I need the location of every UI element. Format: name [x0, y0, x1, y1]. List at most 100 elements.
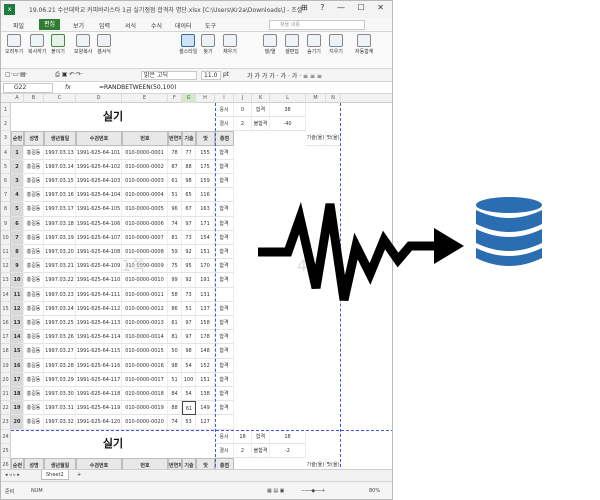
- table-cell[interactable]: 1991-625-64-113: [76, 316, 122, 331]
- table-cell[interactable]: 61: [168, 316, 182, 331]
- column-header-b[interactable]: B: [24, 94, 44, 103]
- row-index-cell[interactable]: 4: [11, 188, 24, 203]
- column-title[interactable]: 번호: [122, 131, 168, 146]
- table-cell[interactable]: 합격: [215, 273, 234, 288]
- row-header[interactable]: 19: [1, 358, 11, 373]
- table-cell[interactable]: 127: [196, 415, 215, 430]
- table-cell[interactable]: 78: [168, 145, 182, 160]
- row-header[interactable]: 1: [1, 103, 11, 118]
- table-cell[interactable]: 010-0000-0007: [122, 230, 168, 245]
- column-title[interactable]: 번연처: [168, 131, 182, 146]
- table-cell[interactable]: 1991-625-64-112: [76, 301, 122, 316]
- table-cell[interactable]: 010-0000-0020: [122, 415, 168, 430]
- row-index-cell[interactable]: 13: [11, 316, 24, 331]
- table-cell[interactable]: 149: [196, 401, 215, 416]
- quick-search-input[interactable]: 찾을 내용: [269, 20, 365, 30]
- column-title[interactable]: 기술: [182, 131, 196, 146]
- summary-cell[interactable]: -40: [270, 117, 306, 132]
- table-cell[interactable]: 1997.03.24: [44, 301, 76, 316]
- row-header[interactable]: 23: [1, 415, 11, 430]
- table-cell[interactable]: 58: [168, 287, 182, 302]
- table-cell[interactable]: 88: [182, 159, 196, 174]
- summary-cell[interactable]: 합격: [252, 103, 270, 118]
- table-cell[interactable]: 010-0000-0003: [122, 174, 168, 189]
- menu-insert[interactable]: 입력: [99, 21, 110, 30]
- table-cell[interactable]: 010-0000-0012: [122, 301, 168, 316]
- cut-button[interactable]: 오려두기: [5, 34, 23, 55]
- table-cell[interactable]: 87: [168, 159, 182, 174]
- table-cell[interactable]: 1997.03.29: [44, 372, 76, 387]
- table-cell[interactable]: 합격: [215, 216, 234, 231]
- table-cell[interactable]: 95: [182, 259, 196, 274]
- row-header[interactable]: 25: [1, 443, 11, 458]
- table-cell[interactable]: 97: [182, 330, 196, 345]
- summary-cell[interactable]: 기술(율): [306, 131, 326, 146]
- table-cell[interactable]: 합격: [215, 301, 234, 316]
- menu-data[interactable]: 데이터: [175, 21, 192, 30]
- text-style-icons[interactable]: 가 가 가 가 · 가 · 가 · ≡ ≡ ≡: [247, 71, 322, 80]
- table-cell[interactable]: 1991-625-64-107: [76, 230, 122, 245]
- cell-format-button[interactable]: 셀서식: [97, 34, 111, 55]
- copy-button[interactable]: 복사하기: [28, 34, 46, 55]
- table-cell[interactable]: 61: [182, 401, 196, 416]
- table-cell[interactable]: 010-0000-0013: [122, 316, 168, 331]
- table-cell[interactable]: 163: [196, 202, 215, 217]
- sheet-title-2[interactable]: 실기: [11, 430, 215, 458]
- table-cell[interactable]: 1997.03.26: [44, 330, 76, 345]
- table-cell[interactable]: 1997.03.25: [44, 316, 76, 331]
- table-cell[interactable]: 84: [168, 387, 182, 402]
- window-controls[interactable]: ⊞ ? — ☐ ✕: [301, 3, 389, 12]
- row-index-cell[interactable]: 5: [11, 202, 24, 217]
- table-cell[interactable]: [215, 287, 234, 302]
- row-index-cell[interactable]: 6: [11, 216, 24, 231]
- summary-cell[interactable]: 2: [234, 443, 252, 458]
- table-cell[interactable]: 86: [168, 301, 182, 316]
- row-header[interactable]: 16: [1, 316, 11, 331]
- column-header-m[interactable]: M: [306, 94, 326, 103]
- table-cell[interactable]: 151: [196, 245, 215, 260]
- add-sheet-button[interactable]: +: [77, 472, 81, 478]
- table-cell[interactable]: 1991-625-64-111: [76, 287, 122, 302]
- table-cell[interactable]: 합격: [215, 372, 234, 387]
- table-cell[interactable]: 1997.03.14: [44, 159, 76, 174]
- format-painter-button[interactable]: 모양복사: [74, 34, 92, 55]
- table-cell[interactable]: 홍길동: [24, 216, 44, 231]
- find-button[interactable]: 찾기: [201, 34, 215, 55]
- table-cell[interactable]: 97: [182, 216, 196, 231]
- row-index-cell[interactable]: 19: [11, 401, 24, 416]
- new-file-icon[interactable]: ▢·▭·▤·: [5, 71, 28, 78]
- table-cell[interactable]: 합격: [215, 174, 234, 189]
- table-cell[interactable]: 98: [182, 344, 196, 359]
- table-cell[interactable]: 88: [168, 401, 182, 416]
- table-cell[interactable]: 홍길동: [24, 245, 44, 260]
- column-title[interactable]: 순번: [11, 131, 24, 146]
- row-header[interactable]: 17: [1, 330, 11, 345]
- table-cell[interactable]: 1991-625-64-105: [76, 202, 122, 217]
- column-header-j[interactable]: J: [234, 94, 252, 103]
- table-cell[interactable]: 175: [196, 159, 215, 174]
- menu-tools[interactable]: 도구: [205, 21, 216, 30]
- table-cell[interactable]: 99: [168, 273, 182, 288]
- menu-format[interactable]: 서식: [125, 21, 136, 30]
- row-index-cell[interactable]: 14: [11, 330, 24, 345]
- table-cell[interactable]: 1997.03.13: [44, 145, 76, 160]
- table-cell[interactable]: 1991-625-64-101: [76, 145, 122, 160]
- table-cell[interactable]: 010-0000-0018: [122, 387, 168, 402]
- row-index-cell[interactable]: 9: [11, 259, 24, 274]
- table-cell[interactable]: 합격: [215, 358, 234, 373]
- summary-cell[interactable]: 응시: [215, 429, 234, 444]
- view-mode-icons[interactable]: ▦ ▤ ▣: [267, 488, 284, 494]
- row-index-cell[interactable]: 10: [11, 273, 24, 288]
- table-cell[interactable]: 1997.03.28: [44, 358, 76, 373]
- table-cell[interactable]: 합격: [215, 230, 234, 245]
- table-cell[interactable]: 1991-625-64-117: [76, 372, 122, 387]
- row-header[interactable]: 11: [1, 245, 11, 260]
- table-cell[interactable]: 1997.03.21: [44, 259, 76, 274]
- row-header[interactable]: 10: [1, 230, 11, 245]
- row-header[interactable]: 20: [1, 372, 11, 387]
- table-cell[interactable]: 1997.03.20: [44, 245, 76, 260]
- summary-cell[interactable]: 38: [270, 103, 306, 118]
- row-index-cell[interactable]: 18: [11, 387, 24, 402]
- table-cell[interactable]: 1991-625-64-110: [76, 273, 122, 288]
- table-cell[interactable]: 138: [196, 387, 215, 402]
